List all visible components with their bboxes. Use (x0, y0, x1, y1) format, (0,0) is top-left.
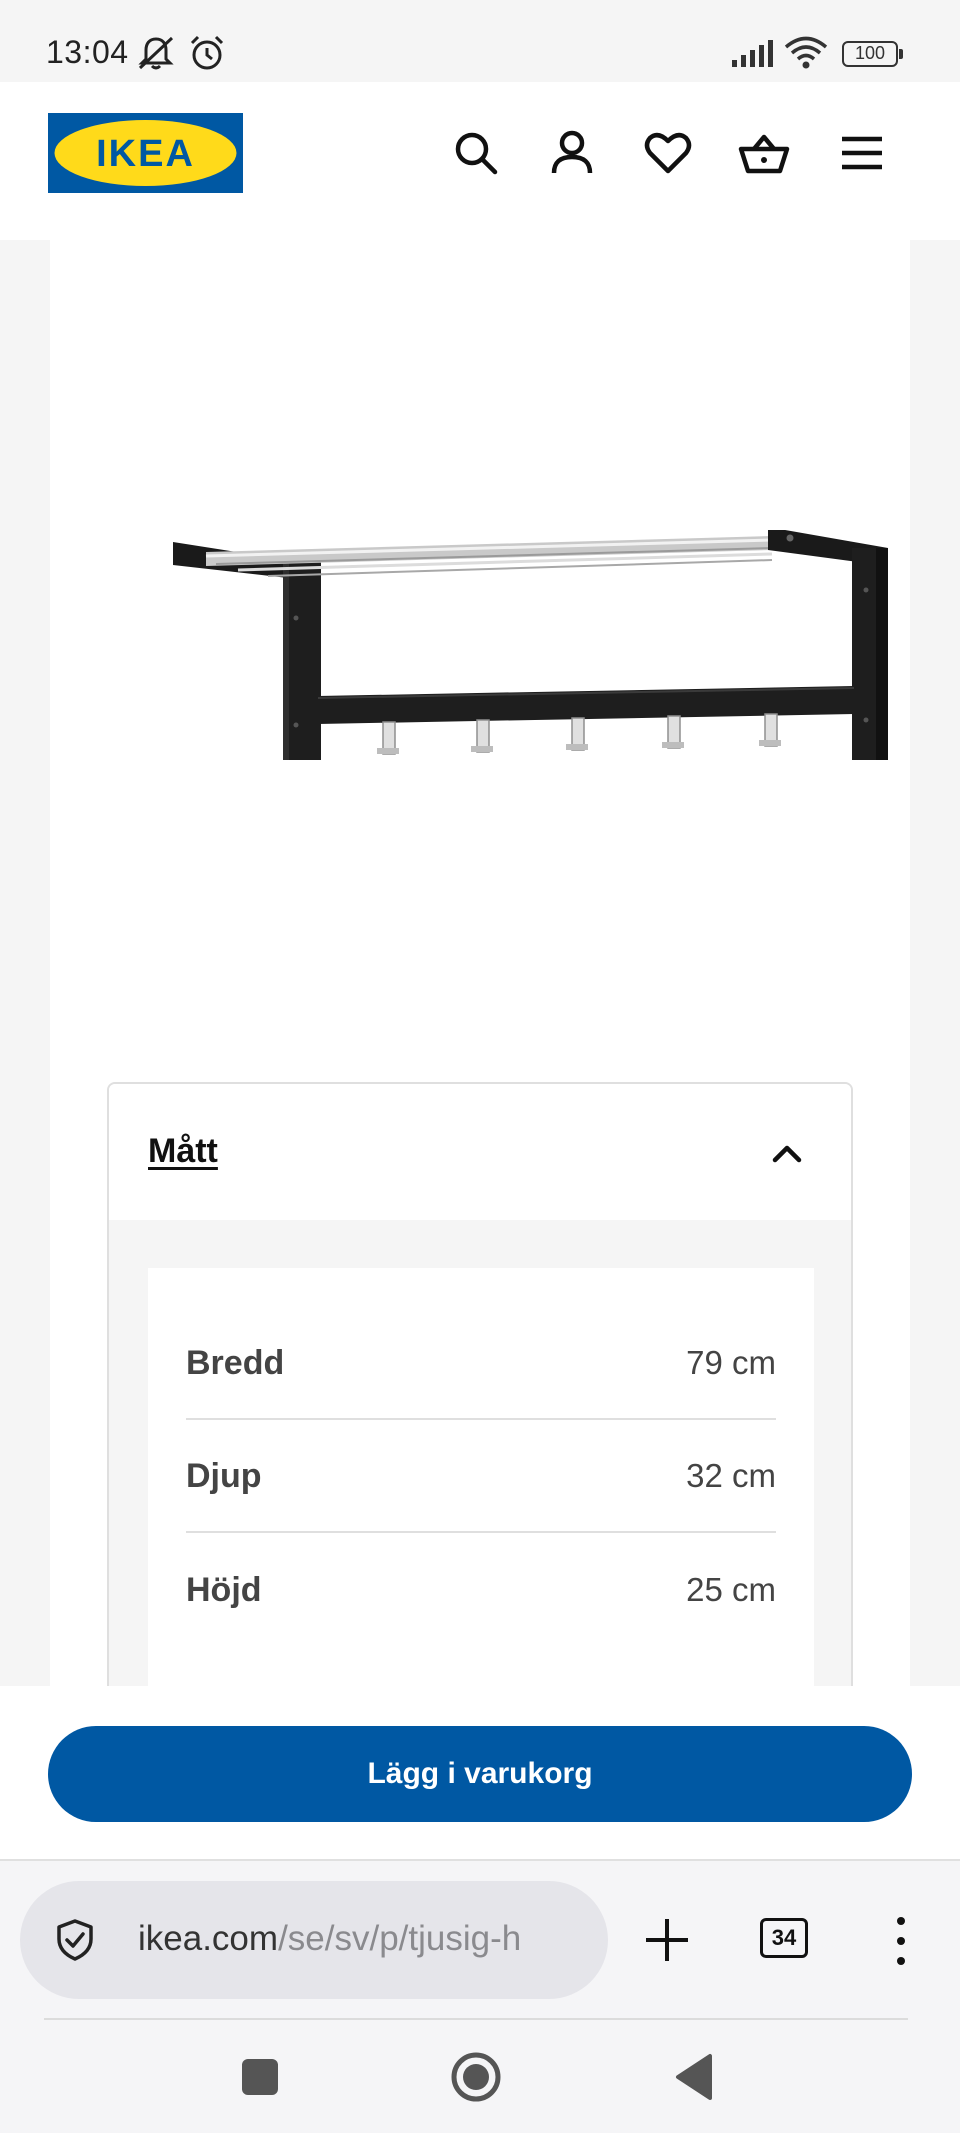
product-card: Mått Bredd 79 cm Djup 32 cm Höjd 25 cm (50, 240, 910, 1686)
dimension-value: 32 cm (686, 1457, 776, 1494)
chevron-up-icon[interactable] (769, 1136, 805, 1172)
system-nav-bar (0, 2021, 960, 2133)
tab-count: 34 (771, 1925, 797, 1950)
dimensions-title[interactable]: Mått (148, 1132, 218, 1171)
ikea-logo-text: IKEA (96, 133, 195, 175)
browser-toolbar: ikea.com/se/sv/p/tjusig-h 34 (0, 1861, 960, 2021)
battery-icon: 100 (842, 41, 898, 67)
heart-icon[interactable] (642, 127, 694, 179)
add-to-cart-button[interactable]: Lägg i varukorg (48, 1726, 912, 1822)
address-bar[interactable]: ikea.com/se/sv/p/tjusig-h (20, 1881, 608, 1999)
alarm-icon (190, 35, 224, 70)
dimensions-header[interactable]: Mått (109, 1084, 851, 1220)
status-time: 13:04 (46, 34, 129, 70)
basket-icon[interactable] (738, 127, 790, 179)
site-header: IKEA (0, 82, 960, 240)
cart-bar: Lägg i varukorg (0, 1686, 960, 1861)
battery-level: 100 (854, 43, 886, 63)
dimension-value: 25 cm (686, 1571, 776, 1608)
tabs-icon[interactable]: 34 (760, 1918, 808, 1958)
signal-icon (732, 40, 773, 67)
product-image[interactable] (168, 530, 898, 770)
divider (44, 2018, 908, 2020)
status-bar: 13:04 100 (0, 0, 960, 82)
dimensions-body: Bredd 79 cm Djup 32 cm Höjd 25 cm (109, 1220, 851, 1686)
url-path: /se/sv/p/tjusig-h (278, 1919, 522, 1958)
ikea-logo[interactable]: IKEA (48, 113, 243, 193)
battery-tip (899, 49, 903, 59)
dimension-label: Höjd (186, 1571, 262, 1609)
dimension-value: 79 cm (686, 1344, 776, 1381)
menu-icon[interactable] (836, 127, 888, 179)
recents-square-icon[interactable] (240, 2057, 280, 2097)
new-tab-plus-icon[interactable] (642, 1915, 692, 1965)
dimensions-panel: Mått Bredd 79 cm Djup 32 cm Höjd 25 cm (107, 1082, 853, 1686)
back-triangle-icon[interactable] (674, 2053, 714, 2101)
page-content: Mått Bredd 79 cm Djup 32 cm Höjd 25 cm (0, 240, 960, 1686)
search-icon[interactable] (450, 127, 502, 179)
row-divider (186, 1531, 776, 1533)
dimension-row-depth: Djup 32 cm (186, 1421, 776, 1534)
dimension-label: Djup (186, 1457, 262, 1495)
wifi-icon (784, 36, 828, 69)
url-host: ikea.com (138, 1919, 279, 1958)
mute-bell-icon (138, 36, 174, 70)
ikea-logo-mark: IKEA (48, 113, 243, 193)
dimension-row-height: Höjd 25 cm (186, 1535, 776, 1648)
dimension-row-width: Bredd 79 cm (186, 1308, 776, 1421)
url-text[interactable]: ikea.com/se/sv/p/tjusig-h (138, 1919, 588, 1959)
row-divider (186, 1418, 776, 1420)
dimension-label: Bredd (186, 1344, 285, 1382)
more-vertical-icon[interactable] (886, 1915, 916, 1967)
dimensions-table: Bredd 79 cm Djup 32 cm Höjd 25 cm (148, 1268, 814, 1686)
shield-check-icon[interactable] (52, 1917, 98, 1963)
account-icon[interactable] (546, 127, 598, 179)
home-circle-icon[interactable] (450, 2051, 502, 2103)
